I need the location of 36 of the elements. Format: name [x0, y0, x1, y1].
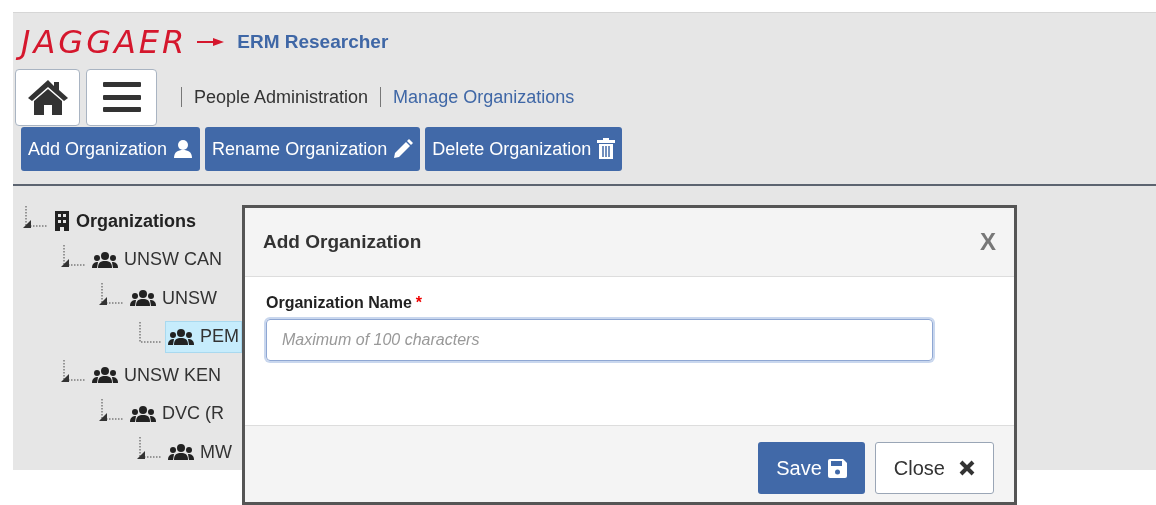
group-icon: [130, 290, 156, 307]
input-field[interactable]: Maximum of 100 characters: [266, 319, 933, 361]
tree-item[interactable]: Organizations: [51, 205, 199, 238]
building-icon: [54, 211, 70, 232]
app-name: ERM Researcher: [237, 29, 389, 54]
trash-icon: [597, 138, 616, 160]
required-mark: *: [415, 293, 423, 313]
menu-button[interactable]: [86, 68, 157, 126]
breadcrumb-item: People Administration: [194, 85, 369, 109]
toolbar-button[interactable]: Add Organization: [21, 127, 201, 171]
tree-item[interactable]: DVC (R: [127, 397, 227, 430]
toolbar-button[interactable]: Rename Organization: [205, 127, 421, 171]
close-icon: [959, 460, 975, 476]
logo-text: JAGGAER: [15, 19, 198, 65]
close-button[interactable]: X: [980, 224, 996, 260]
user-icon: [173, 139, 194, 159]
field-label: Organization Name: [266, 293, 412, 313]
tree-item[interactable]: MW: [165, 436, 235, 469]
breadcrumb-link[interactable]: Manage Organizations: [393, 83, 575, 111]
group-icon: [92, 251, 118, 268]
tree-item[interactable]: UNSW: [127, 282, 220, 315]
arrow-icon: [197, 37, 226, 47]
tree-item[interactable]: UNSW CAN: [89, 243, 225, 276]
tree-item[interactable]: UNSW KEN: [89, 359, 224, 392]
group-icon: [168, 328, 194, 345]
group-icon: [92, 367, 118, 384]
tree-item[interactable]: PEM: [165, 320, 242, 353]
dialog-title: Add Organization: [263, 229, 422, 254]
group-icon: [130, 405, 156, 422]
home-button[interactable]: [15, 68, 80, 126]
toolbar-button[interactable]: Delete Organization: [425, 127, 623, 171]
pencil-icon: [393, 139, 414, 159]
save-button[interactable]: Save: [758, 442, 865, 494]
group-icon: [168, 444, 194, 461]
close-button[interactable]: Close: [874, 442, 994, 494]
menu-icon: [102, 81, 141, 113]
